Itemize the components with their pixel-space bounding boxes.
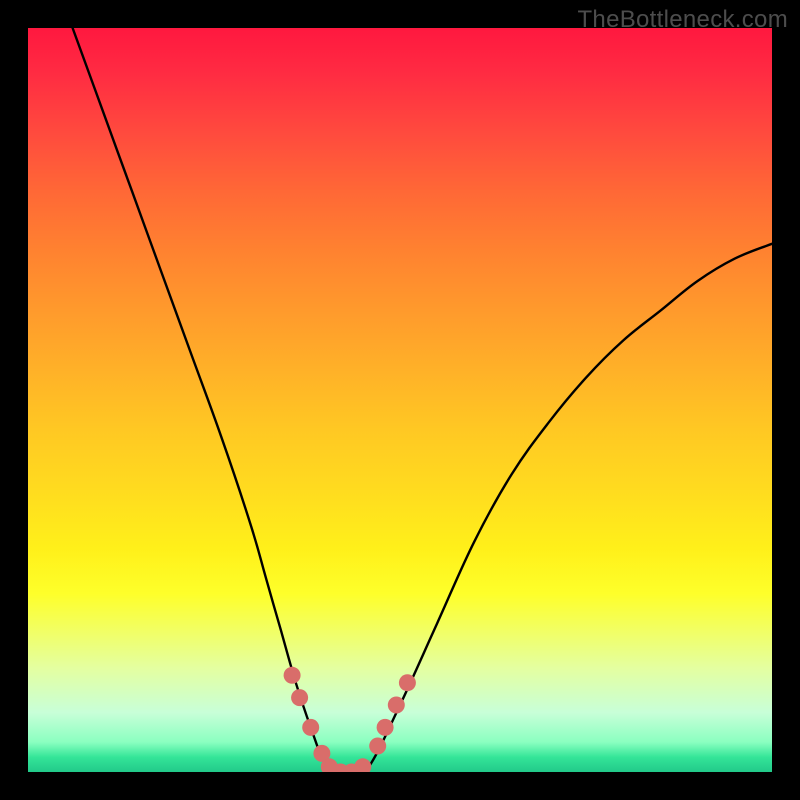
highlight-dot xyxy=(377,719,394,736)
chart-svg xyxy=(28,28,772,772)
chart-plot-area xyxy=(28,28,772,772)
highlight-dot xyxy=(302,719,319,736)
highlight-dot xyxy=(284,667,301,684)
highlight-dot xyxy=(388,697,405,714)
highlight-dot xyxy=(369,738,386,755)
highlight-dot xyxy=(399,674,416,691)
highlight-dot xyxy=(291,689,308,706)
highlight-dot xyxy=(354,758,371,772)
watermark-text: TheBottleneck.com xyxy=(577,6,788,34)
bottleneck-curve-path xyxy=(73,28,772,772)
highlight-dots-group xyxy=(284,667,416,772)
